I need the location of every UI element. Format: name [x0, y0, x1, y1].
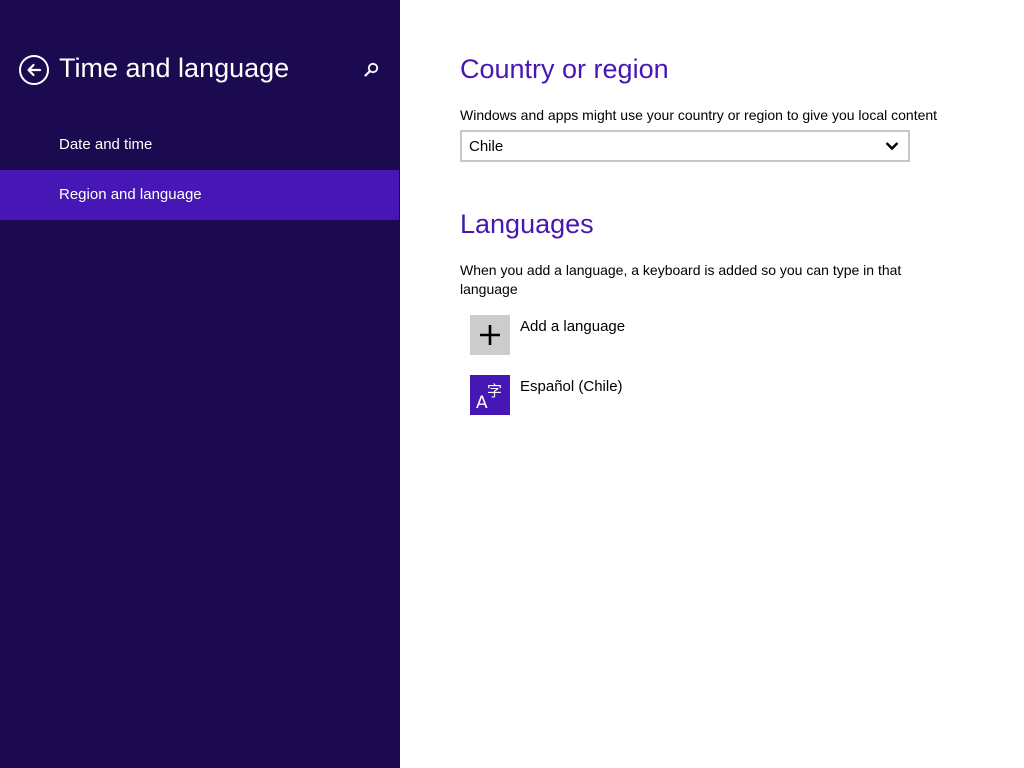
back-arrow-icon — [27, 63, 42, 77]
add-language-label: Add a language — [520, 318, 626, 335]
plus-icon — [480, 325, 500, 345]
country-description: Windows and apps might use your country … — [460, 107, 938, 123]
back-button[interactable] — [19, 55, 49, 85]
content-pane: Country or region Windows and apps might… — [400, 0, 1024, 768]
country-select[interactable]: Chile — [460, 130, 910, 162]
language-tile: A 字 — [470, 375, 510, 415]
nav-item-label: Region and language — [59, 186, 202, 203]
add-language-tile — [470, 315, 510, 355]
nav-pane: Time and language Date and time Region a… — [0, 0, 400, 768]
chevron-down-icon — [885, 142, 899, 151]
settings-app: Time and language Date and time Region a… — [0, 0, 1024, 768]
language-label: Español (Chile) — [520, 378, 623, 395]
language-item-espanol-chile[interactable]: A 字 Español (Chile) — [470, 375, 770, 415]
search-icon — [364, 62, 379, 77]
language-icon: A 字 — [476, 382, 502, 413]
languages-description: When you add a language, a keyboard is a… — [460, 262, 902, 297]
country-select-value: Chile — [469, 138, 504, 155]
page-title: Time and language — [59, 53, 290, 83]
nav-item-region-and-language[interactable]: Region and language — [0, 170, 399, 220]
nav-item-label: Date and time — [59, 136, 153, 153]
svg-text:字: 字 — [487, 382, 502, 400]
country-heading: Country or region — [460, 54, 669, 84]
nav-item-date-and-time[interactable]: Date and time — [0, 120, 399, 170]
languages-heading: Languages — [460, 209, 594, 239]
search-button[interactable] — [361, 60, 381, 80]
add-language-button[interactable]: Add a language — [470, 315, 770, 355]
